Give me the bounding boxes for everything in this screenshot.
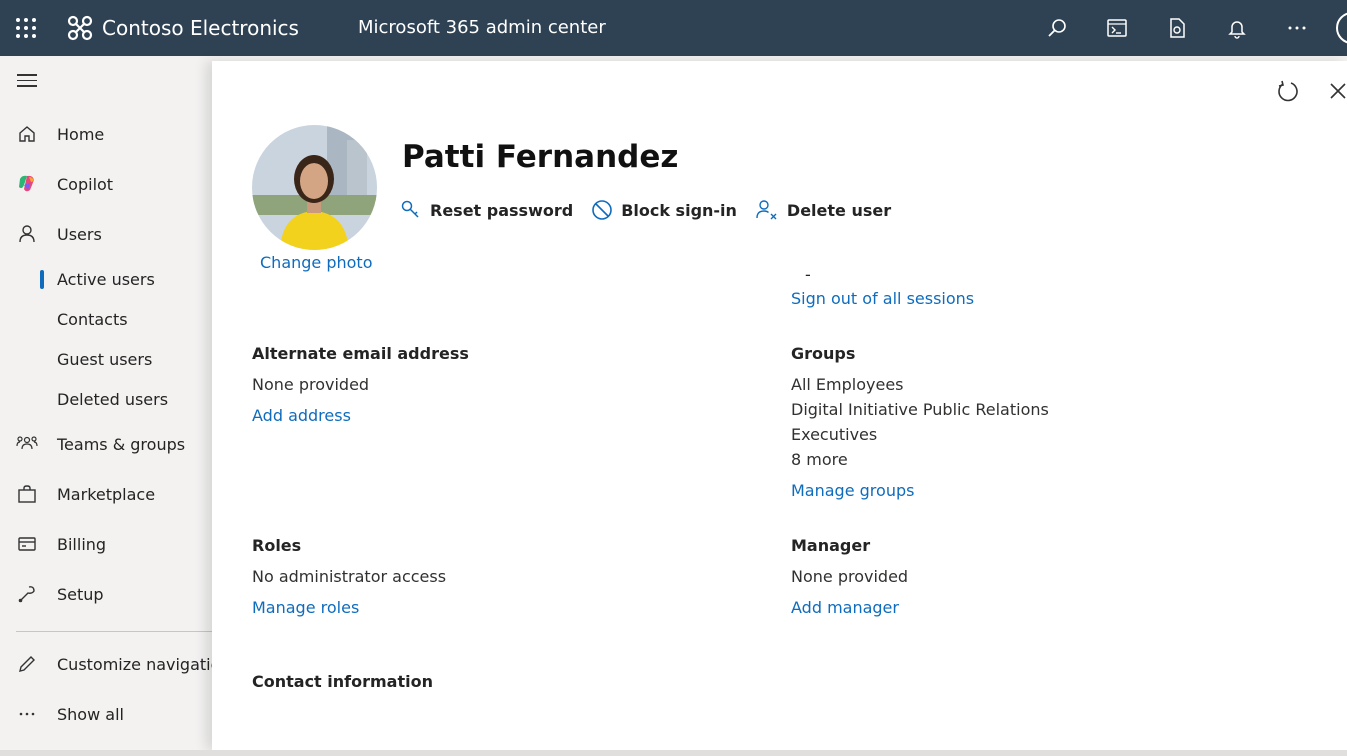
person-delete-icon [756,200,777,220]
nav-label: Deleted users [57,389,169,409]
refresh-icon[interactable] [1276,79,1300,103]
value-dash: - [805,265,811,284]
notification-bell-icon[interactable] [1225,16,1249,40]
account-avatar[interactable]: P [1336,12,1347,44]
nav-item-home[interactable]: Home [0,114,212,154]
nav-divider [16,631,212,632]
contact-information-heading: Contact information [252,672,433,691]
block-icon [592,200,612,220]
app-launcher-icon[interactable] [14,16,38,40]
groups-label: Groups [791,344,856,363]
manager-value: None provided [791,567,909,586]
nav-item-show-all[interactable]: Show all [0,694,212,734]
more-options-icon[interactable] [1285,16,1309,40]
org-brand[interactable]: Contoso Electronics [66,13,299,43]
nav-item-customize-navigation[interactable]: Customize navigation [0,644,231,684]
nav-item-teams-groups[interactable]: Teams & groups [0,424,212,464]
nav-label: Customize navigation [57,654,231,674]
nav-item-contacts[interactable]: Contacts [0,299,212,339]
credit-card-icon [16,533,38,555]
nav-label: Marketplace [57,484,156,504]
block-signin-button[interactable]: Block sign-in [591,199,737,221]
manage-groups-link[interactable]: Manage groups [791,481,914,500]
user-name-heading: Patti Fernandez [402,139,679,175]
user-photo [252,125,377,250]
groups-more-count: 8 more [791,450,848,469]
reset-password-label: Reset password [430,200,574,220]
roles-value: No administrator access [252,567,447,586]
people-team-icon [16,433,38,455]
close-icon[interactable] [1326,79,1347,103]
person-icon [16,223,38,245]
nav-label: Teams & groups [57,434,186,454]
top-bar: Contoso Electronics Microsoft 365 admin … [0,0,1347,56]
copilot-icon [16,173,38,195]
terminal-icon[interactable] [1105,16,1129,40]
nav-item-setup[interactable]: Setup [0,574,212,614]
alternate-email-label: Alternate email address [252,344,469,363]
manage-roles-link[interactable]: Manage roles [252,598,359,617]
nav-label: Guest users [57,349,153,369]
nav-label: Home [57,124,105,144]
group-item: Executives [791,425,878,444]
reset-password-button[interactable]: Reset password [400,199,573,221]
delete-user-label: Delete user [786,200,892,220]
nav-item-deleted-users[interactable]: Deleted users [0,379,212,419]
delete-user-button[interactable]: Delete user [755,199,891,221]
org-name: Contoso Electronics [102,16,299,40]
user-detail-panel: Change photo Patti Fernandez Reset passw… [212,61,1347,750]
selected-indicator [40,270,44,289]
nav-item-guest-users[interactable]: Guest users [0,339,212,379]
left-navigation: Home Copilot Users Active users Contacts… [0,56,231,750]
more-icon [16,703,38,725]
nav-label: Billing [57,534,107,554]
pencil-icon [16,653,38,675]
user-actions: Reset password Block sign-in Delete user [400,199,909,221]
sign-out-sessions-link[interactable]: Sign out of all sessions [791,289,974,308]
nav-label: Contacts [57,309,128,329]
hamburger-menu-icon[interactable] [17,74,37,88]
window-bottom-edge [0,750,1347,756]
add-address-link[interactable]: Add address [252,406,351,425]
nav-item-users[interactable]: Users [0,214,212,254]
block-signin-label: Block sign-in [621,200,737,220]
alternate-email-value: None provided [252,375,370,394]
roles-label: Roles [252,536,302,555]
group-item: All Employees [791,375,904,394]
nav-item-active-users[interactable]: Active users [0,259,212,299]
nav-label: Setup [57,584,104,604]
contoso-logo-icon [67,15,93,41]
add-manager-link[interactable]: Add manager [791,598,899,617]
nav-item-copilot[interactable]: Copilot [0,164,212,204]
document-settings-icon[interactable] [1165,16,1189,40]
shopping-bag-icon [16,483,38,505]
product-name[interactable]: Microsoft 365 admin center [358,17,606,38]
home-icon [16,123,38,145]
nav-label: Active users [57,269,155,289]
nav-label: Copilot [57,174,114,194]
wrench-icon [16,583,38,605]
search-icon[interactable] [1045,16,1069,40]
change-photo-link[interactable]: Change photo [260,253,373,272]
key-icon [401,200,419,218]
manager-label: Manager [791,536,871,555]
nav-item-billing[interactable]: Billing [0,524,212,564]
nav-label: Show all [57,704,124,724]
nav-item-marketplace[interactable]: Marketplace [0,474,212,514]
nav-label: Users [57,224,102,244]
group-item: Digital Initiative Public Relations [791,400,1049,419]
